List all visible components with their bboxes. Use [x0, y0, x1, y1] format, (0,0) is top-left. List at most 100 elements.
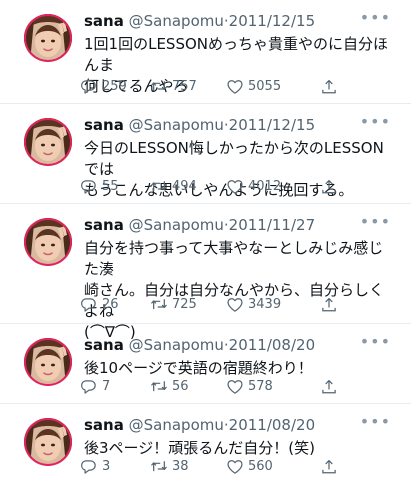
share-icon: [322, 298, 336, 312]
retweet-icon: [150, 298, 168, 310]
like-button[interactable]: 578: [226, 378, 273, 396]
retweet-button[interactable]: 56: [150, 378, 189, 396]
reply-count: 55: [102, 179, 119, 194]
retweet-icon: [150, 80, 168, 92]
retweet-count: 494: [172, 179, 197, 194]
retweet-button[interactable]: 725: [150, 296, 197, 314]
tweet-header: sana @Sanapomu·2011/08/20: [84, 416, 315, 434]
tweet-header: sana @Sanapomu·2011/11/27: [84, 216, 315, 234]
tweet-text: 後10ページで英語の宿題終わり！: [84, 358, 396, 379]
tweet[interactable]: sana @Sanapomu·2011/12/15 ••• 今日のLESSON悔…: [0, 104, 411, 204]
reply-count: 3: [102, 459, 111, 474]
retweet-icon: [150, 460, 168, 472]
user-handle[interactable]: @Sanapomu: [129, 116, 224, 134]
reply-button[interactable]: 259: [80, 78, 127, 96]
share-button[interactable]: [320, 78, 338, 96]
reply-count: 26: [102, 297, 119, 312]
more-icon[interactable]: •••: [360, 334, 391, 350]
tweet-actions: 259 757 5055: [80, 78, 350, 96]
display-name[interactable]: sana: [84, 12, 124, 30]
display-name[interactable]: sana: [84, 416, 124, 434]
tweet[interactable]: sana @Sanapomu·2011/12/15 ••• 1回1回のLESSO…: [0, 0, 411, 104]
retweet-button[interactable]: 494: [150, 178, 197, 196]
user-handle[interactable]: @Sanapomu: [129, 216, 224, 234]
avatar[interactable]: [24, 218, 72, 266]
user-handle[interactable]: @Sanapomu: [129, 416, 224, 434]
like-icon: [227, 80, 243, 94]
like-count: 578: [248, 379, 273, 394]
like-button[interactable]: 560: [226, 458, 273, 476]
more-icon[interactable]: •••: [360, 10, 391, 26]
reply-icon: [81, 80, 96, 94]
retweet-count: 725: [172, 297, 197, 312]
tweet[interactable]: sana @Sanapomu·2011/08/20 ••• 後10ページで英語の…: [0, 324, 411, 404]
avatar[interactable]: [24, 418, 72, 466]
tweet-header: sana @Sanapomu·2011/08/20: [84, 336, 315, 354]
tweet-date[interactable]: 2011/11/27: [229, 216, 315, 234]
tweet-text-line: 後3ページ！頑張るんだ自分！(笑): [84, 439, 315, 457]
share-button[interactable]: [320, 178, 338, 196]
reply-count: 7: [102, 379, 111, 394]
like-button[interactable]: 4012: [226, 178, 281, 196]
user-handle[interactable]: @Sanapomu: [129, 336, 224, 354]
retweet-count: 757: [172, 79, 197, 94]
reply-button[interactable]: 55: [80, 178, 119, 196]
tweet-actions: 3 38 560: [80, 458, 350, 476]
tweet-date[interactable]: 2011/12/15: [229, 12, 315, 30]
share-icon: [322, 80, 336, 94]
share-button[interactable]: [320, 378, 338, 396]
like-icon: [227, 460, 243, 474]
more-icon[interactable]: •••: [360, 214, 391, 230]
display-name[interactable]: sana: [84, 216, 124, 234]
share-icon: [322, 380, 336, 394]
tweet-actions: 7 56 578: [80, 378, 350, 396]
avatar[interactable]: [24, 14, 72, 62]
tweet-header: sana @Sanapomu·2011/12/15: [84, 116, 315, 134]
retweet-button[interactable]: 757: [150, 78, 197, 96]
reply-icon: [81, 180, 96, 194]
tweet-date[interactable]: 2011/08/20: [229, 336, 315, 354]
tweet[interactable]: sana @Sanapomu·2011/11/27 ••• 自分を持つ事って大事…: [0, 204, 411, 341]
like-icon: [227, 380, 243, 394]
tweet-actions: 55 494 4012: [80, 178, 350, 196]
display-name[interactable]: sana: [84, 116, 124, 134]
like-count: 5055: [248, 79, 282, 94]
tweet-date[interactable]: 2011/08/20: [229, 416, 315, 434]
like-icon: [227, 298, 243, 312]
share-button[interactable]: [320, 296, 338, 314]
display-name[interactable]: sana: [84, 336, 124, 354]
retweet-count: 56: [172, 379, 189, 394]
reply-icon: [81, 380, 96, 394]
share-icon: [322, 180, 336, 194]
user-handle[interactable]: @Sanapomu: [129, 12, 224, 30]
tweet-feed: sana @Sanapomu·2011/12/15 ••• 1回1回のLESSO…: [0, 0, 411, 486]
tweet[interactable]: sana @Sanapomu·2011/08/20 ••• 後3ページ！頑張るん…: [0, 404, 411, 486]
tweet-date[interactable]: 2011/12/15: [229, 116, 315, 134]
reply-button[interactable]: 26: [80, 296, 119, 314]
avatar[interactable]: [24, 338, 72, 386]
reply-count: 259: [102, 79, 127, 94]
avatar[interactable]: [24, 118, 72, 166]
tweet-text: 後3ページ！頑張るんだ自分！(笑): [84, 438, 396, 459]
reply-icon: [81, 460, 96, 474]
like-button[interactable]: 5055: [226, 78, 281, 96]
tweet-header: sana @Sanapomu·2011/12/15: [84, 12, 315, 30]
like-count: 4012: [248, 179, 282, 194]
tweet-text-line: 1回1回のLESSONめっちゃ貴重やのに自分ほんま: [84, 35, 388, 74]
like-count: 560: [248, 459, 273, 474]
tweet-text-line: 自分を持つ事って大事やなーとしみじみ感じた湊: [84, 239, 384, 278]
share-button[interactable]: [320, 458, 338, 476]
retweet-icon: [150, 180, 168, 192]
share-icon: [322, 460, 336, 474]
more-icon[interactable]: •••: [360, 114, 391, 130]
reply-button[interactable]: 7: [80, 378, 110, 396]
like-count: 3439: [248, 297, 282, 312]
retweet-button[interactable]: 38: [150, 458, 189, 476]
retweet-count: 38: [172, 459, 189, 474]
tweet-text-line: 今日のLESSON悔しかったから次のLESSONでは: [84, 139, 384, 178]
retweet-icon: [150, 380, 168, 392]
like-button[interactable]: 3439: [226, 296, 281, 314]
reply-button[interactable]: 3: [80, 458, 110, 476]
like-icon: [227, 180, 243, 194]
more-icon[interactable]: •••: [360, 414, 391, 430]
